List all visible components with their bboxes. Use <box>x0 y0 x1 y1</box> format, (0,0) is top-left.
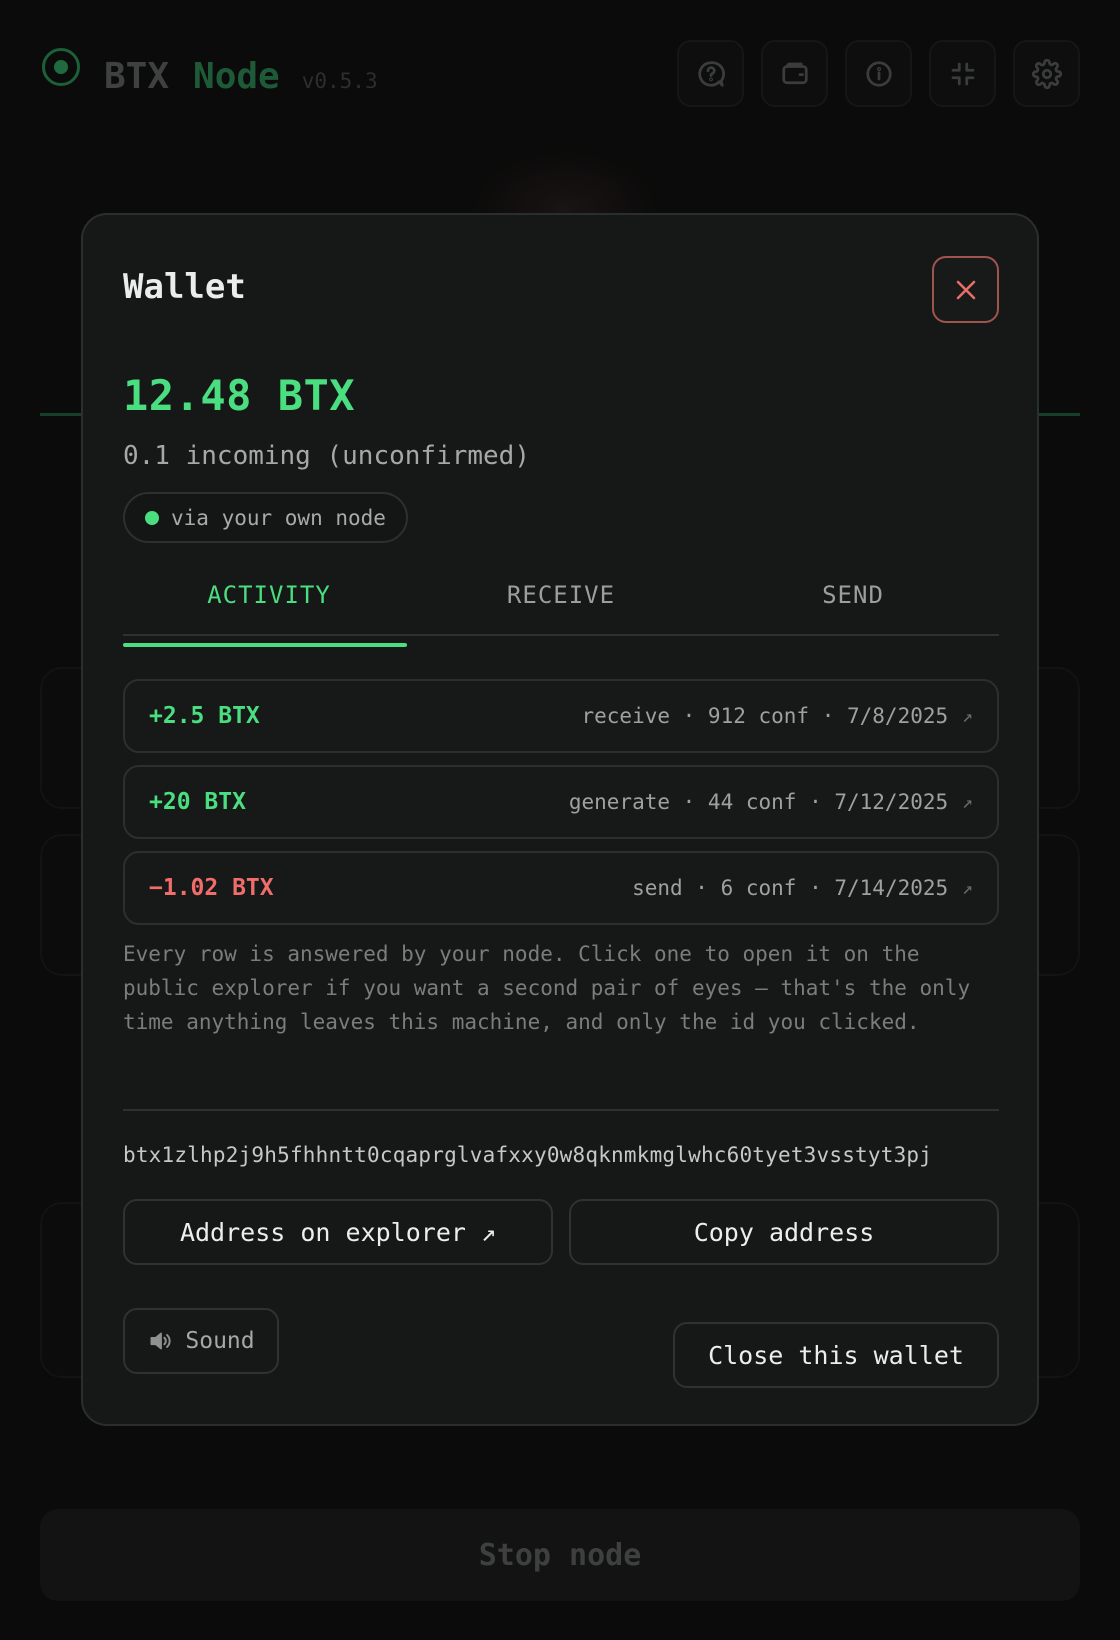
app-root: BTX Node v0.5.3 Stop node Wallet 12.48 B… <box>0 0 1120 1640</box>
close-icon <box>956 280 975 299</box>
tab-receive[interactable]: RECEIVE <box>415 570 707 634</box>
wallet-button[interactable] <box>761 40 828 107</box>
transaction-amount: +20 BTX <box>149 789 246 815</box>
transaction-details: send · 6 conf · 7/14/2025 <box>632 876 949 900</box>
transaction-amount: −1.02 BTX <box>149 875 274 901</box>
wallet-icon <box>781 62 808 84</box>
gear-icon <box>1031 58 1062 89</box>
collapse-button[interactable] <box>929 40 996 107</box>
modal-title: Wallet <box>123 267 246 307</box>
tab-activity[interactable]: ACTIVITY <box>123 570 415 634</box>
transaction-list: +2.5 BTX receive · 912 conf · 7/8/2025 ↗… <box>123 679 999 937</box>
external-link-icon: ↗ <box>962 705 973 727</box>
transaction-row[interactable]: −1.02 BTX send · 6 conf · 7/14/2025 ↗ <box>123 851 999 925</box>
copy-address-button[interactable]: Copy address <box>569 1199 999 1265</box>
transaction-row[interactable]: +20 BTX generate · 44 conf · 7/12/2025 ↗ <box>123 765 999 839</box>
transaction-meta: send · 6 conf · 7/14/2025 ↗ <box>632 876 973 900</box>
address-on-explorer-button[interactable]: Address on explorer ↗ <box>123 1199 553 1265</box>
transaction-details: generate · 44 conf · 7/12/2025 <box>568 790 949 814</box>
help-chat-icon <box>697 60 725 87</box>
source-badge: via your own node <box>123 492 408 543</box>
info-button[interactable] <box>845 40 912 107</box>
info-icon <box>865 60 892 87</box>
wallet-balance: 12.48 BTX <box>123 371 356 420</box>
app-version: v0.5.3 <box>301 69 378 93</box>
external-link-icon: ↗ <box>962 877 973 899</box>
transaction-row[interactable]: +2.5 BTX receive · 912 conf · 7/8/2025 ↗ <box>123 679 999 753</box>
background-line <box>1038 413 1080 416</box>
wallet-modal: Wallet 12.48 BTX 0.1 incoming (unconfirm… <box>81 213 1039 1426</box>
sound-toggle-button[interactable]: Sound <box>123 1308 279 1374</box>
external-link-icon: ↗ <box>962 791 973 813</box>
wallet-address: btx1zlhp2j9h5fhhntt0cqaprglvafxxy0w8qknm… <box>123 1143 933 1167</box>
transaction-meta: receive · 912 conf · 7/8/2025 ↗ <box>582 704 974 728</box>
settings-button[interactable] <box>1013 40 1080 107</box>
source-badge-label: via your own node <box>171 505 386 530</box>
stop-node-button[interactable]: Stop node <box>40 1509 1080 1601</box>
brand-name-part1: BTX <box>104 56 170 97</box>
brand-name-part2: Node <box>193 56 280 97</box>
background-line <box>40 413 82 416</box>
status-dot-icon <box>145 510 159 525</box>
close-modal-button[interactable] <box>932 256 999 323</box>
top-bar: BTX Node v0.5.3 <box>0 0 1120 150</box>
collapse-icon <box>951 62 974 85</box>
active-tab-indicator <box>123 643 407 647</box>
app-brand: BTX Node v0.5.3 <box>104 56 378 97</box>
node-status-icon <box>42 48 80 86</box>
sound-label: Sound <box>185 1328 255 1354</box>
toolbar <box>677 40 1080 107</box>
help-button[interactable] <box>677 40 744 107</box>
close-wallet-button[interactable]: Close this wallet <box>673 1322 999 1388</box>
transaction-meta: generate · 44 conf · 7/12/2025 ↗ <box>569 790 973 814</box>
tab-send[interactable]: SEND <box>707 570 999 634</box>
wallet-tabs: ACTIVITY RECEIVE SEND <box>123 570 999 636</box>
incoming-balance: 0.1 incoming (unconfirmed) <box>123 441 530 471</box>
transaction-details: receive · 912 conf · 7/8/2025 <box>581 704 949 728</box>
speaker-icon <box>150 1332 171 1350</box>
activity-note: Every row is answered by your node. Clic… <box>123 942 971 1034</box>
divider <box>123 1109 999 1111</box>
transaction-amount: +2.5 BTX <box>149 703 260 729</box>
